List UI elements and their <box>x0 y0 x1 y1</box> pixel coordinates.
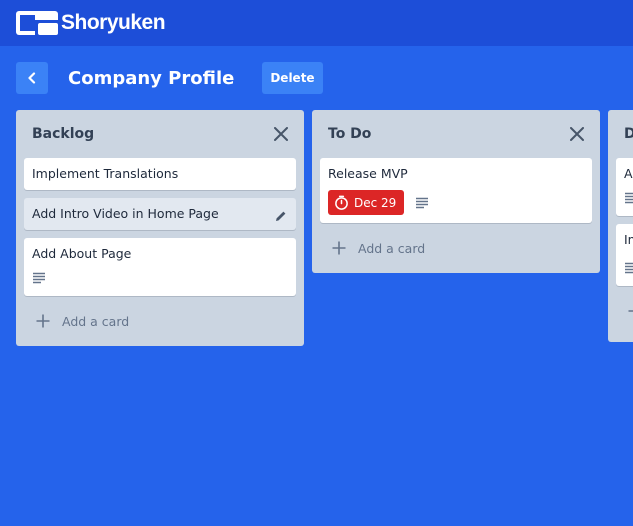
brand-logo[interactable]: Shoryuken <box>16 11 166 35</box>
list-backlog: Backlog Implement Translations Add Intro… <box>16 110 304 346</box>
close-list-button[interactable] <box>272 125 290 143</box>
card-badges: Dec 29 <box>328 190 584 215</box>
card[interactable]: Im <box>616 224 633 286</box>
plus-icon <box>332 241 346 255</box>
card-add-about-page[interactable]: Add About Page <box>24 238 296 296</box>
list-title[interactable]: Backlog <box>32 126 94 142</box>
due-date-badge[interactable]: Dec 29 <box>328 190 405 215</box>
top-bar: Shoryuken <box>0 0 633 46</box>
card-implement-translations[interactable]: Implement Translations <box>24 158 296 190</box>
plus-icon <box>628 304 633 318</box>
brand-name: Shoryuken <box>61 11 166 34</box>
add-card-label: Add a card <box>358 240 426 256</box>
card-title: Add About Page <box>32 246 132 261</box>
list-title[interactable]: To Do <box>328 126 371 142</box>
pencil-icon[interactable] <box>275 207 287 226</box>
card-badges <box>32 268 288 288</box>
due-date-label: Dec 29 <box>354 195 397 210</box>
close-list-button[interactable] <box>568 125 586 143</box>
card-release-mvp[interactable]: Release MVP Dec 29 <box>320 158 592 223</box>
card-badges <box>624 262 633 274</box>
card-title: Add Intro Video in Home Page <box>32 206 219 221</box>
card-title: Im <box>624 232 633 247</box>
card-title: Ad <box>624 166 633 181</box>
description-icon <box>32 272 46 284</box>
add-card-label: Add a card <box>62 313 130 329</box>
logo-icon <box>16 11 58 35</box>
add-card-button[interactable] <box>616 294 633 328</box>
list-header: D <box>608 110 633 158</box>
list-clip: D Ad Im <box>608 110 633 342</box>
add-card-button[interactable]: Add a card <box>24 304 296 338</box>
description-icon <box>624 192 633 204</box>
list-title[interactable]: D <box>624 126 633 142</box>
chevron-left-icon <box>26 72 38 84</box>
board-header: Company Profile Delete <box>16 62 323 94</box>
close-icon <box>570 127 584 141</box>
list-header: Backlog <box>16 110 304 158</box>
list-header: To Do <box>312 110 600 158</box>
plus-icon <box>36 314 50 328</box>
delete-board-button[interactable]: Delete <box>262 62 323 94</box>
card-add-intro-video[interactable]: Add Intro Video in Home Page <box>24 198 296 230</box>
close-icon <box>274 127 288 141</box>
back-button[interactable] <box>16 62 48 94</box>
list-todo: To Do Release MVP Dec 29 Add a card <box>312 110 600 273</box>
description-icon <box>415 197 429 209</box>
card-badges <box>624 192 633 204</box>
add-card-button[interactable]: Add a card <box>320 231 592 265</box>
card[interactable]: Ad <box>616 158 633 216</box>
card-title: Release MVP <box>328 166 408 181</box>
description-icon <box>624 262 633 274</box>
list-third: D Ad Im <box>608 110 633 342</box>
card-title: Implement Translations <box>32 166 179 181</box>
clock-icon <box>335 195 348 210</box>
board-title: Company Profile <box>68 67 235 89</box>
